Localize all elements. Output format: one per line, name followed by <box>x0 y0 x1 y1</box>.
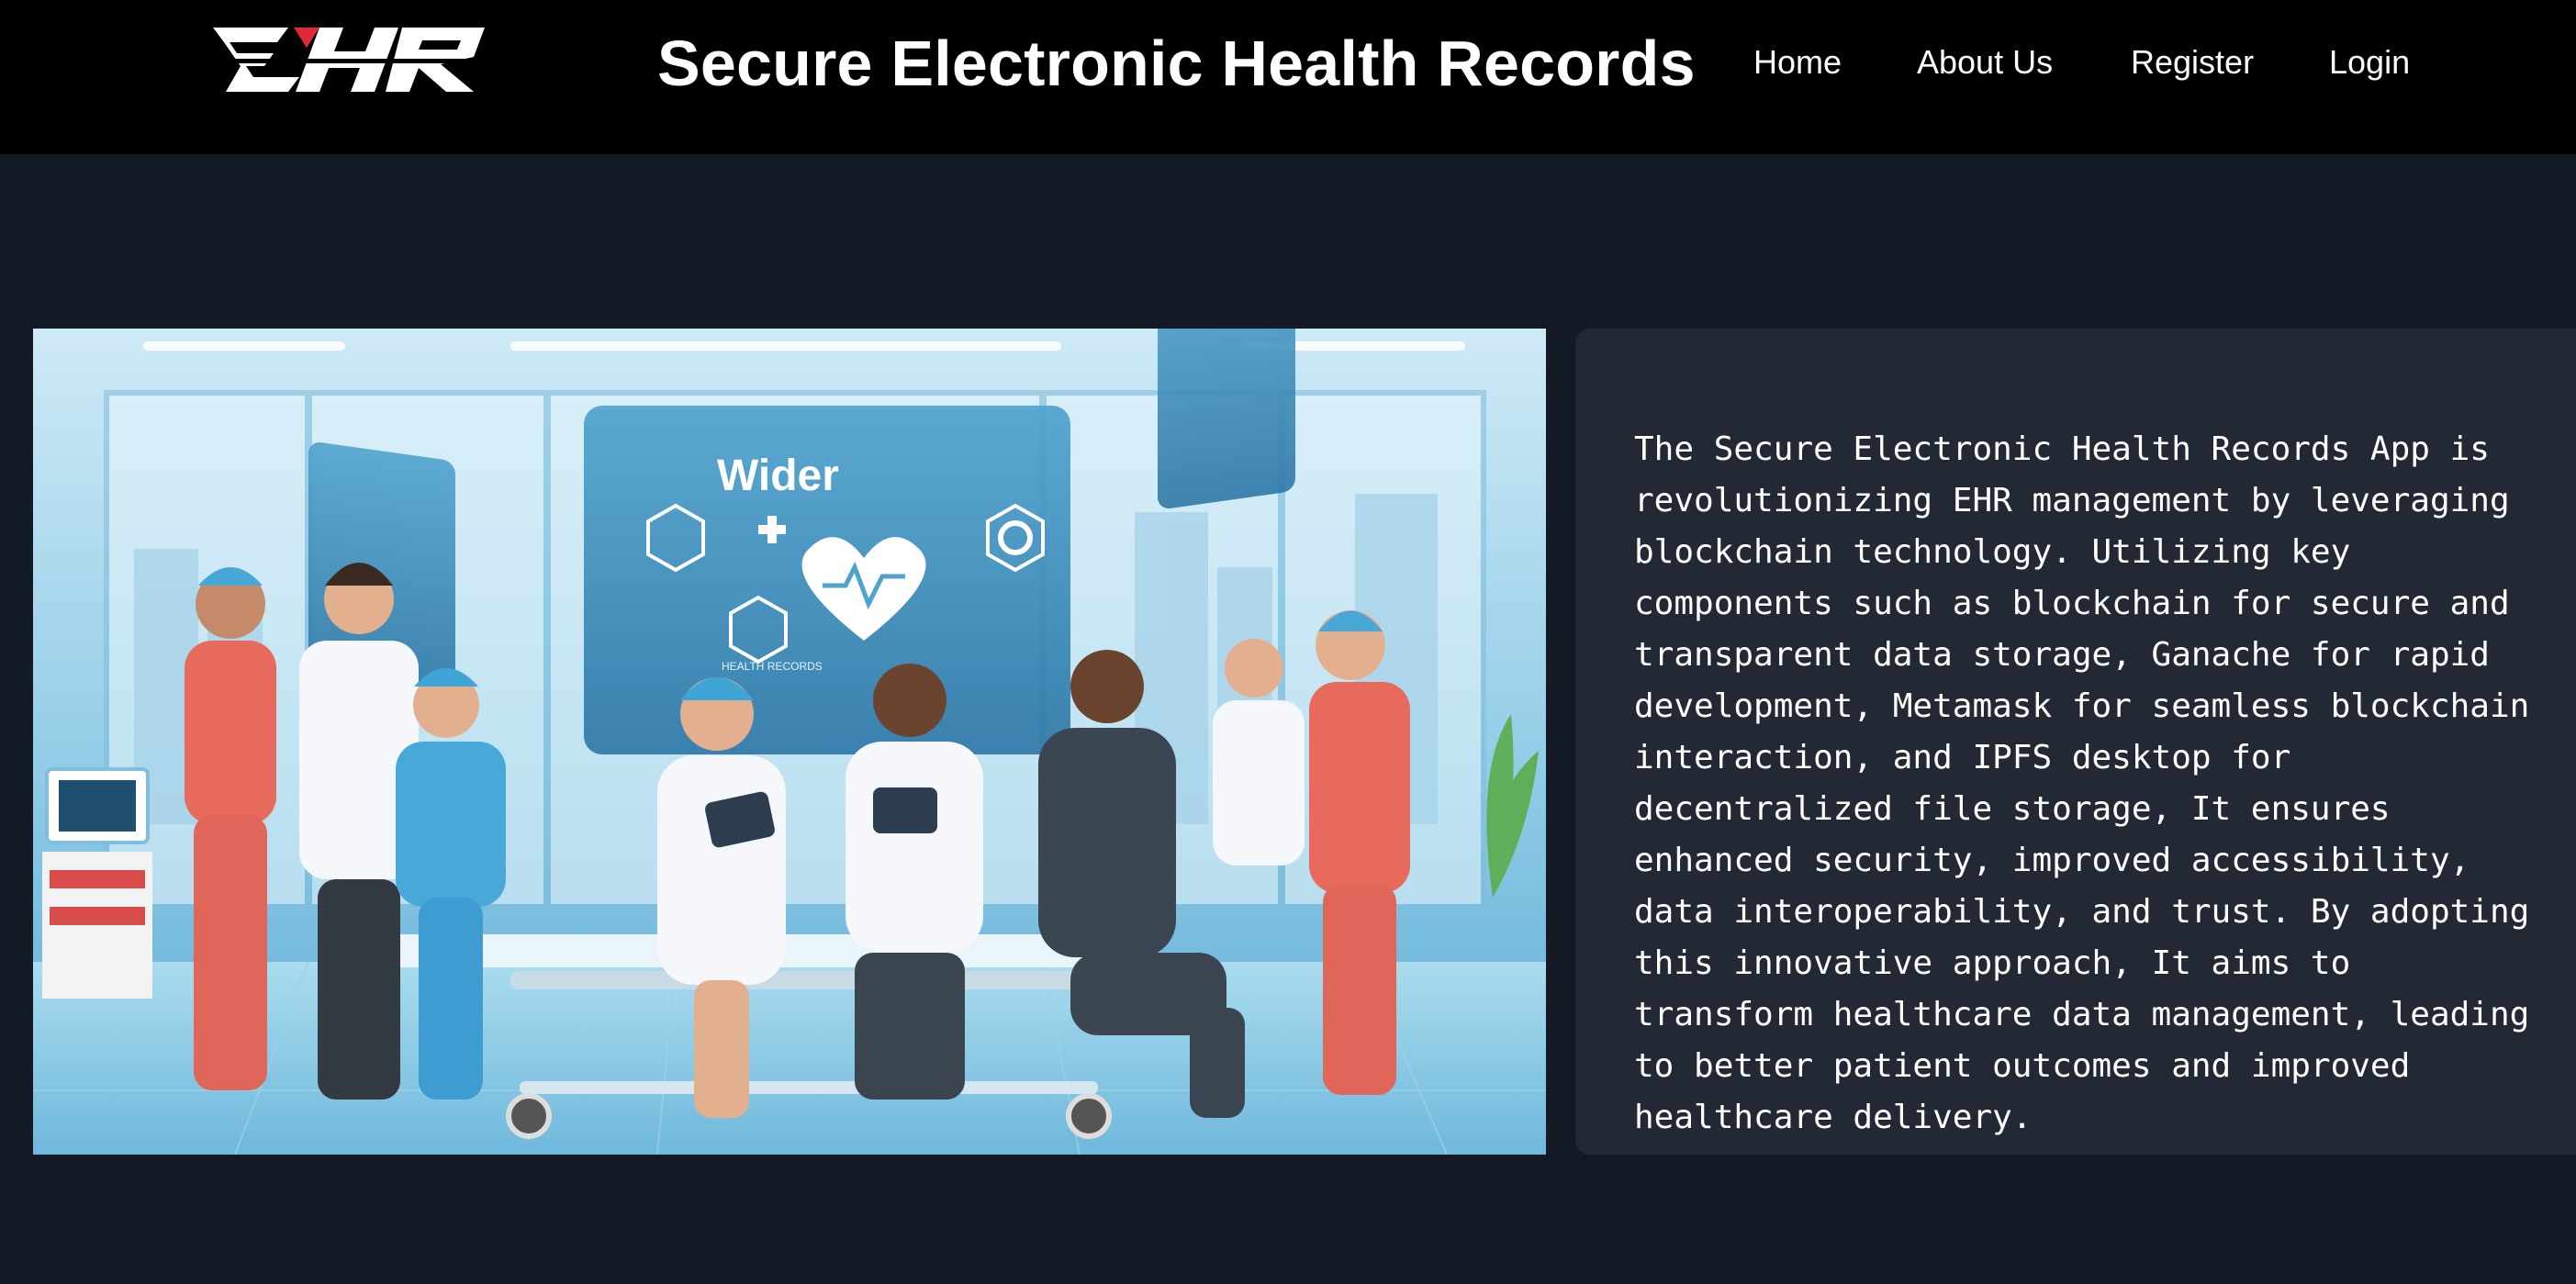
hero-illustration: Wider HEALTH RECORDS <box>33 329 1546 1155</box>
plus-icon <box>767 516 777 543</box>
medical-cart <box>42 767 152 999</box>
ehr-logo-icon <box>184 28 485 92</box>
nav-home-link[interactable]: Home <box>1753 37 1842 88</box>
nav-register-link[interactable]: Register <box>2131 37 2254 88</box>
ehr-logo[interactable] <box>184 20 496 103</box>
nurse-left <box>185 567 276 1090</box>
top-navbar: Secure Electronic Health Records Home Ab… <box>0 0 2576 154</box>
screen-heading-text: Wider <box>717 452 839 500</box>
screen-subtext: HEALTH RECORDS <box>722 660 823 673</box>
site-title: Secure Electronic Health Records <box>657 28 1696 99</box>
healthcare-team-illustration: Wider HEALTH RECORDS <box>33 329 1546 1155</box>
nav-about-us-link[interactable]: About Us <box>1917 37 2053 88</box>
about-description-text: The Secure Electronic Health Records App… <box>1634 430 2530 1136</box>
about-description-panel: The Secure Electronic Health Records App… <box>1575 329 2576 1155</box>
nav-login-link[interactable]: Login <box>2329 37 2410 88</box>
